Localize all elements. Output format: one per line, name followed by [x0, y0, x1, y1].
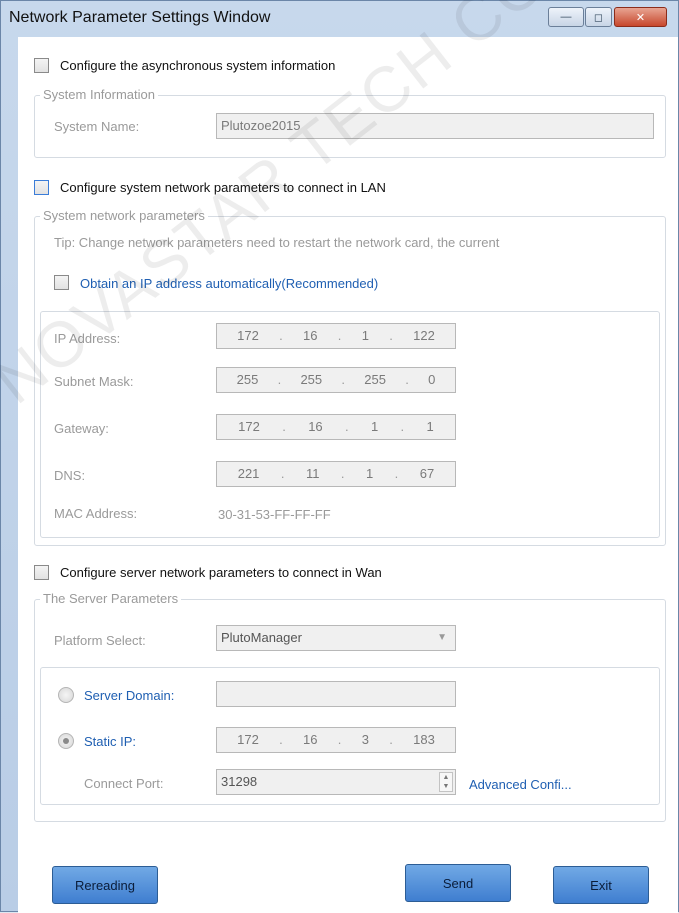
mask-octet-3: 255	[364, 372, 386, 387]
close-button[interactable]: ✕	[614, 7, 667, 27]
exit-button[interactable]: Exit	[553, 866, 649, 904]
gateway-octet-3: 1	[370, 419, 379, 434]
exit-button-label: Exit	[590, 877, 612, 893]
dns-label: DNS:	[54, 468, 86, 483]
mask-octet-2: 255	[300, 372, 323, 387]
minimize-icon: —	[560, 11, 572, 23]
subnet-mask-input[interactable]: 255. 255. 255. 0	[216, 367, 456, 393]
ip-address-label: IP Address:	[54, 331, 121, 346]
dns-octet-2: 11	[305, 466, 320, 481]
ip-octet-3: 1	[361, 328, 369, 343]
connect-port-label: Connect Port:	[84, 776, 164, 791]
auto-ip-checkbox[interactable]	[54, 275, 69, 290]
ip-octet-2: 16	[303, 328, 318, 343]
static-ip-radio[interactable]	[58, 733, 74, 749]
spinner-arrows-icon[interactable]: ▲ ▼	[439, 772, 453, 792]
mask-octet-1: 255	[236, 372, 259, 387]
async-config-checkbox[interactable]	[34, 58, 49, 73]
title-bar: Network Parameter Settings Window — ◻ ✕	[1, 1, 678, 37]
close-icon: ✕	[635, 11, 646, 24]
gateway-octet-4: 1	[426, 419, 434, 434]
static-ip-label: Static IP:	[84, 734, 137, 749]
static-ip-input[interactable]: 172. 16. 3. 183	[216, 727, 456, 753]
chevron-down-icon: ▼	[437, 632, 447, 643]
static-ip-octet-1: 172	[237, 732, 259, 747]
static-ip-octet-2: 16	[303, 732, 318, 747]
server-domain-input[interactable]	[216, 681, 456, 707]
static-ip-octet-3: 3	[361, 732, 369, 747]
ip-octet-1: 172	[237, 328, 259, 343]
gateway-label: Gateway:	[54, 421, 109, 436]
lan-config-label: Configure system network parameters to c…	[60, 180, 386, 195]
mac-address-label: MAC Address:	[54, 506, 138, 521]
ip-octet-4: 122	[413, 328, 435, 343]
async-config-label: Configure the asynchronous system inform…	[60, 58, 336, 73]
gateway-octet-1: 172	[238, 419, 260, 434]
mask-octet-4: 0	[428, 372, 436, 387]
wan-config-label: Configure server network parameters to c…	[60, 565, 382, 580]
server-domain-radio[interactable]	[58, 687, 74, 703]
static-ip-octet-4: 183	[413, 732, 435, 747]
advanced-config-link[interactable]: Advanced Confi...	[469, 777, 572, 792]
connect-port-spinbox[interactable]: 31298 ▲ ▼	[216, 769, 456, 795]
lan-config-checkbox[interactable]	[34, 180, 49, 195]
system-information-title: System Information	[40, 87, 158, 102]
wan-config-checkbox[interactable]	[34, 565, 49, 580]
maximize-icon: ◻	[593, 11, 604, 24]
dns-octet-4: 67	[419, 466, 435, 481]
window-title: Network Parameter Settings Window	[9, 9, 271, 26]
dns-octet-1: 221	[237, 466, 260, 481]
server-domain-label: Server Domain:	[84, 688, 175, 703]
ip-address-input[interactable]: 172. 16. 1. 122	[216, 323, 456, 349]
rereading-button-label: Rereading	[75, 877, 135, 893]
dns-octet-3: 1	[365, 466, 374, 481]
send-button-label: Send	[442, 875, 474, 891]
platform-select-dropdown[interactable]: PlutoManager ▼	[216, 625, 456, 651]
subnet-mask-label: Subnet Mask:	[54, 374, 134, 389]
platform-select-value: PlutoManager	[221, 630, 302, 645]
server-parameters-title: The Server Parameters	[40, 591, 182, 606]
send-button[interactable]: Send	[405, 864, 511, 902]
platform-select-label: Platform Select:	[54, 633, 146, 648]
maximize-button[interactable]: ◻	[585, 7, 612, 27]
system-network-title: System network parameters	[40, 208, 208, 223]
system-name-label: System Name:	[54, 119, 140, 134]
rereading-button[interactable]: Rereading	[52, 866, 158, 904]
auto-ip-label: Obtain an IP address automatically(Recom…	[80, 276, 379, 291]
restart-tip: Tip: Change network parameters need to r…	[54, 235, 500, 250]
gateway-octet-2: 16	[308, 419, 323, 434]
connect-port-value: 31298	[221, 774, 258, 789]
system-name-input[interactable]: Plutozoe2015	[216, 113, 654, 139]
dns-input[interactable]: 221. 11. 1. 67	[216, 461, 456, 487]
minimize-button[interactable]: —	[548, 7, 584, 27]
gateway-input[interactable]: 172. 16. 1. 1	[216, 414, 456, 440]
mac-address-value: 30-31-53-FF-FF-FF	[218, 507, 331, 522]
